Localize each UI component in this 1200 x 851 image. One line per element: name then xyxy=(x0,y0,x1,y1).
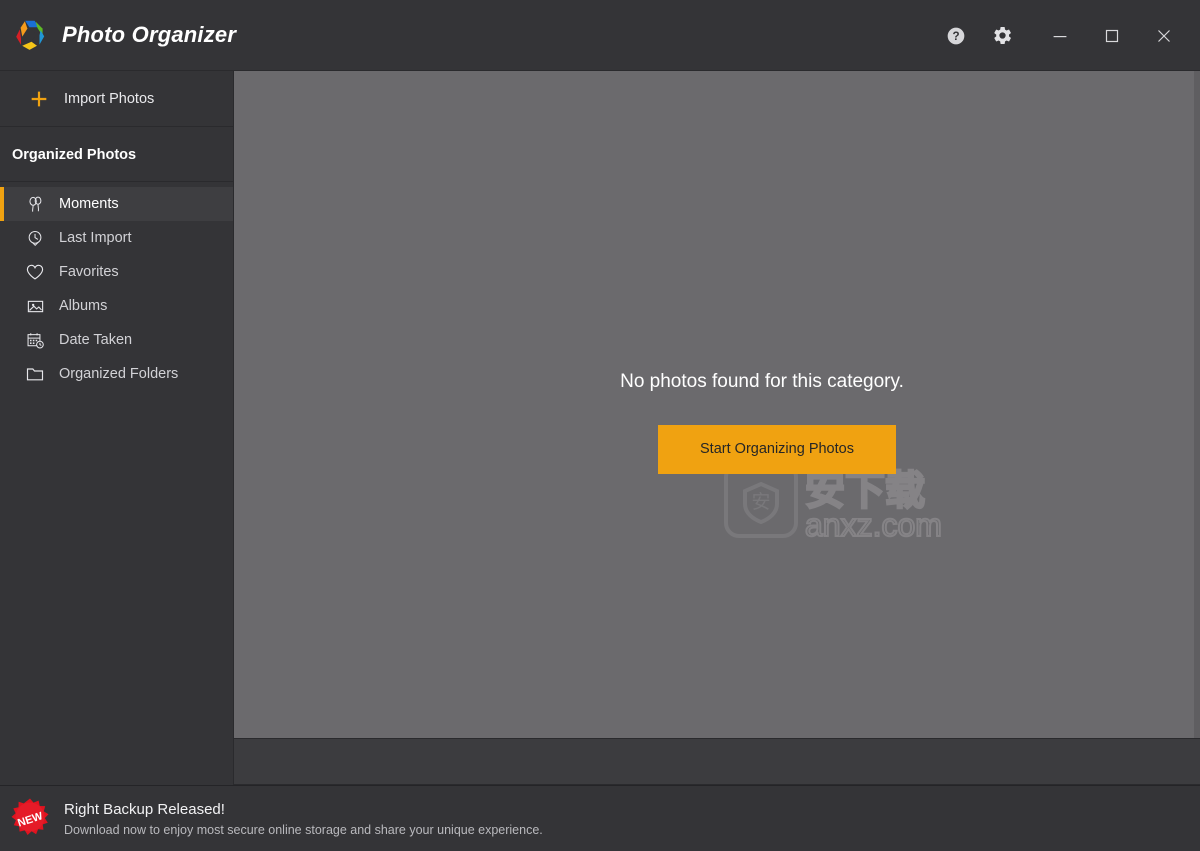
selection-indicator xyxy=(0,255,4,289)
sidebar-item-label: Moments xyxy=(59,196,119,212)
calendar-clock-icon xyxy=(24,329,46,351)
gear-icon xyxy=(993,26,1011,45)
sidebar-item-albums[interactable]: Albums xyxy=(0,289,233,323)
selection-indicator xyxy=(0,323,4,357)
selection-indicator xyxy=(0,187,4,221)
sidebar-item-label: Favorites xyxy=(59,264,119,280)
import-photos-button[interactable]: Import Photos xyxy=(0,71,233,127)
sidebar-nav: Moments Last Import Favorites Albums Dat… xyxy=(0,182,233,391)
clock-import-icon xyxy=(24,227,46,249)
sidebar-item-last-import[interactable]: Last Import xyxy=(0,221,233,255)
sidebar-item-label: Last Import xyxy=(59,230,132,246)
help-button[interactable]: ? xyxy=(934,14,978,58)
svg-text:?: ? xyxy=(952,30,959,43)
maximize-button[interactable] xyxy=(1090,14,1134,58)
heart-icon xyxy=(24,261,46,283)
close-button[interactable] xyxy=(1142,14,1186,58)
sidebar-item-organized-folders[interactable]: Organized Folders xyxy=(0,357,233,391)
title-bar: Photo Organizer ? xyxy=(0,0,1200,71)
sidebar-item-date-taken[interactable]: Date Taken xyxy=(0,323,233,357)
sidebar-item-label: Date Taken xyxy=(59,332,133,348)
promo-title: Right Backup Released! xyxy=(64,800,225,818)
photo-grid-area: 安 安下载 anxz.com No photos found for this … xyxy=(234,71,1200,739)
sidebar-item-label: Albums xyxy=(59,298,108,314)
body-region: Import Photos Organized Photos Moments L… xyxy=(0,71,1200,785)
window-controls: ? xyxy=(934,0,1200,71)
help-circle-icon: ? xyxy=(947,27,965,44)
start-organizing-photos-button[interactable]: Start Organizing Photos xyxy=(658,425,896,474)
folder-icon xyxy=(24,363,46,385)
promo-text: Right Backup Released! Download now to e… xyxy=(64,801,543,837)
maximize-icon xyxy=(1105,29,1119,42)
image-icon xyxy=(24,295,46,317)
application-window: Photo Organizer ? Import Photos Organize… xyxy=(0,0,1200,851)
minimize-button[interactable] xyxy=(1038,14,1082,58)
watermark-logo-char: 安 xyxy=(751,491,770,513)
watermark-site-text: anxz.com xyxy=(805,507,942,543)
new-badge-icon: NEW xyxy=(8,797,52,841)
content-scrollbar[interactable] xyxy=(1194,71,1200,738)
minimize-icon xyxy=(1053,35,1067,37)
hex-pinwheel-logo-icon xyxy=(12,17,48,53)
empty-state: No photos found for this category. Start… xyxy=(397,371,1037,474)
promo-bar[interactable]: NEW Right Backup Released! Download now … xyxy=(0,785,1200,851)
import-photos-label: Import Photos xyxy=(64,90,155,107)
close-icon xyxy=(1158,29,1170,42)
content-region: 安 安下载 anxz.com No photos found for this … xyxy=(234,71,1200,785)
promo-subtitle: Download now to enjoy most secure online… xyxy=(64,822,543,837)
sidebar-item-moments[interactable]: Moments xyxy=(0,187,233,221)
selection-indicator xyxy=(0,357,4,391)
organized-photos-section-title: Organized Photos xyxy=(0,127,233,182)
balloons-icon xyxy=(24,193,46,215)
selection-indicator xyxy=(0,221,4,255)
watermark-brand-text: 安下载 xyxy=(805,468,925,514)
sidebar: Import Photos Organized Photos Moments L… xyxy=(0,71,234,785)
status-bar xyxy=(234,739,1200,785)
selection-indicator xyxy=(0,289,4,323)
plus-icon xyxy=(26,88,52,110)
settings-button[interactable] xyxy=(980,14,1024,58)
empty-state-message: No photos found for this category. xyxy=(620,371,904,392)
app-title: Photo Organizer xyxy=(62,22,237,47)
sidebar-item-favorites[interactable]: Favorites xyxy=(0,255,233,289)
sidebar-item-label: Organized Folders xyxy=(59,366,179,382)
